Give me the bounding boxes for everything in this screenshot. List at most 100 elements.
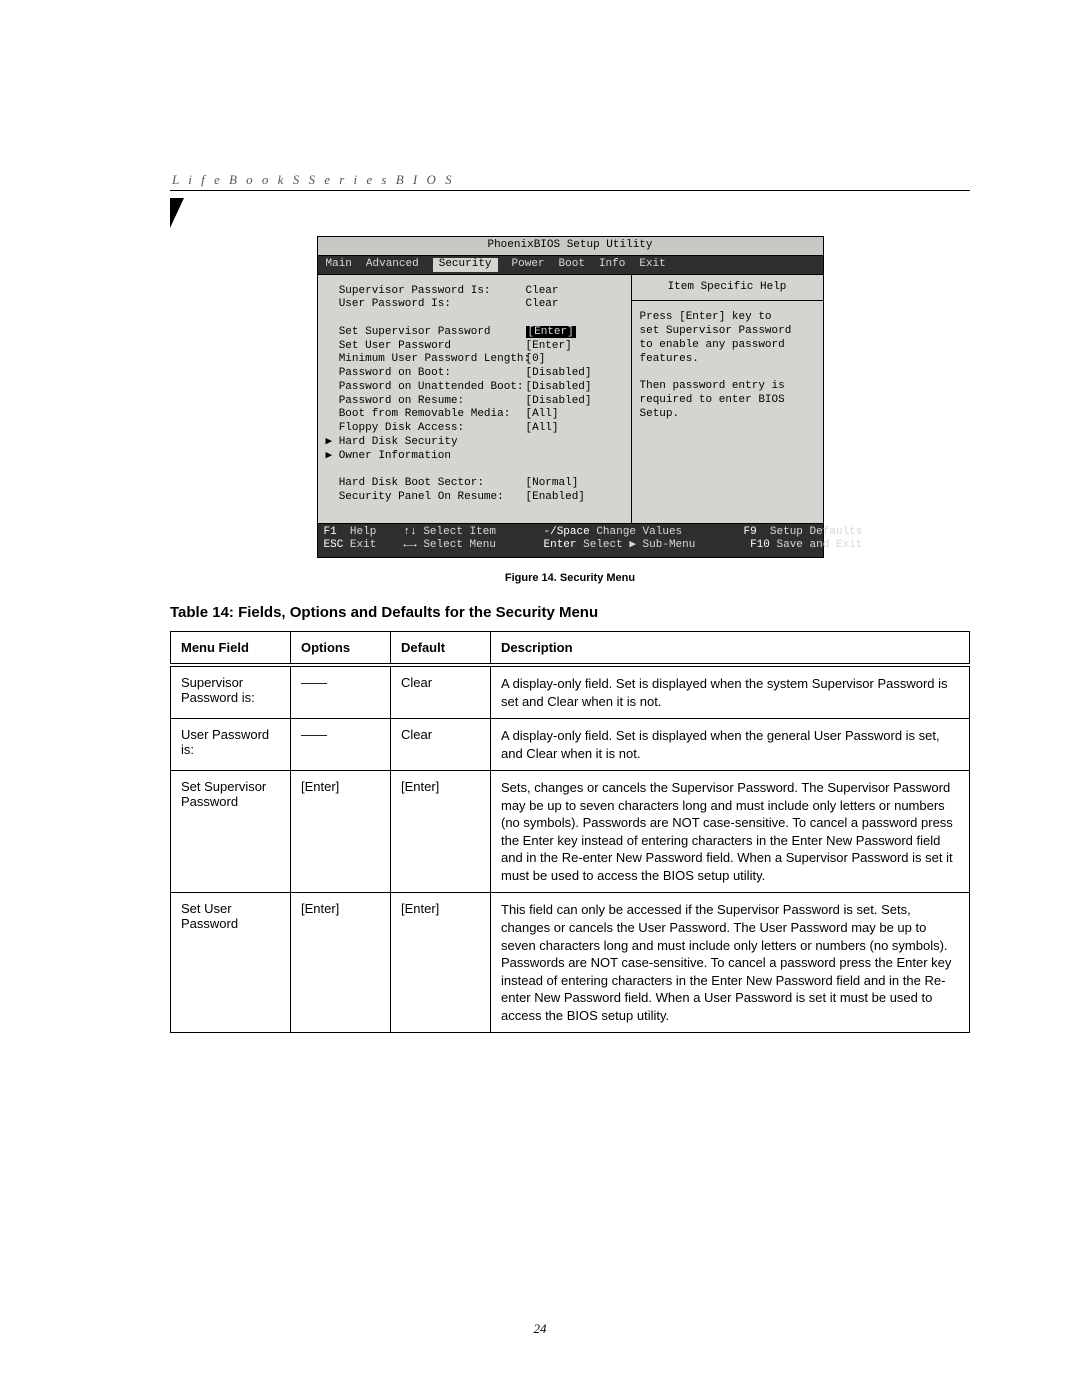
table-cell-field: Set User Password xyxy=(171,893,291,1033)
bios-setting-value: [All] xyxy=(526,422,559,436)
bios-settings-panel: Supervisor Password Is:Clear User Passwo… xyxy=(318,275,632,523)
bios-setting-row: Password on Resume:[Disabled] xyxy=(326,395,623,409)
bios-footer: F1 Help ↑↓ Select Item -/Space Change Va… xyxy=(318,524,823,558)
table-cell-desc: A display-only field. Set is displayed w… xyxy=(491,665,970,719)
bios-help-line: Setup. xyxy=(640,408,815,422)
bios-setting-row: ▶ Owner Information xyxy=(326,450,623,464)
bios-tab-power: Power xyxy=(512,258,545,272)
running-header: L i f e B o o k S S e r i e s B I O S xyxy=(172,172,455,188)
table-cell-default: [Enter] xyxy=(391,893,491,1033)
table-header: Description xyxy=(491,632,970,666)
bios-help-line: features. xyxy=(640,353,815,367)
bios-setting-label: Password on Boot: xyxy=(326,367,526,381)
bios-tab-exit: Exit xyxy=(639,258,665,272)
bios-help-line: set Supervisor Password xyxy=(640,325,815,339)
table-row: Set User Password[Enter][Enter]This fiel… xyxy=(171,893,970,1033)
key-esc: ESC xyxy=(324,539,344,551)
table-cell-field: Set Supervisor Password xyxy=(171,771,291,893)
bios-setting-label: Boot from Removable Media: xyxy=(326,408,526,422)
arrows-horiz-icon: ←→ xyxy=(404,539,417,551)
bios-tab-main: Main xyxy=(326,258,352,272)
table-header: Options xyxy=(291,632,391,666)
bios-setting-row: Password on Boot:[Disabled] xyxy=(326,367,623,381)
table-cell-default: Clear xyxy=(391,665,491,719)
bios-setting-row: User Password Is:Clear xyxy=(326,298,623,312)
table-cell-default: Clear xyxy=(391,719,491,771)
bios-tab-advanced: Advanced xyxy=(366,258,419,272)
bios-tab-security: Security xyxy=(433,258,498,272)
header-rule xyxy=(170,190,970,191)
table-row: Set Supervisor Password[Enter][Enter]Set… xyxy=(171,771,970,893)
security-menu-table: Menu FieldOptionsDefaultDescription Supe… xyxy=(170,631,970,1033)
bios-setting-row: Set User Password[Enter] xyxy=(326,340,623,354)
bios-setting-row: ▶ Hard Disk Security xyxy=(326,436,623,450)
key-enter-label: Select ▶ Sub-Menu xyxy=(583,539,695,551)
bios-setting-label: Floppy Disk Access: xyxy=(326,422,526,436)
table-row: User Password is:——ClearA display-only f… xyxy=(171,719,970,771)
bios-setting-value: [Enter] xyxy=(526,340,572,354)
bios-setting-label: Security Panel On Resume: xyxy=(326,491,526,505)
bios-setting-label: Minimum User Password Length: xyxy=(326,353,526,367)
bios-setting-row: Floppy Disk Access:[All] xyxy=(326,422,623,436)
bios-title: PhoenixBIOS Setup Utility xyxy=(318,237,823,256)
table-cell-options: —— xyxy=(291,719,391,771)
table-row: Supervisor Password is:——ClearA display-… xyxy=(171,665,970,719)
bios-setting-label: Set User Password xyxy=(326,340,526,354)
figure-caption: Figure 14. Security Menu xyxy=(170,572,970,584)
bios-help-panel: Item Specific Help Press [Enter] key tos… xyxy=(632,275,823,523)
page-number: 24 xyxy=(0,1321,1080,1337)
bios-tab-info: Info xyxy=(599,258,625,272)
bios-setting-value: [Normal] xyxy=(526,477,579,491)
key-f1-label: Help xyxy=(350,526,376,538)
bios-setting-value: [Disabled] xyxy=(526,381,592,395)
select-menu-label: Select Menu xyxy=(423,539,496,551)
bios-setting-row: Minimum User Password Length:[0] xyxy=(326,353,623,367)
table-cell-options: [Enter] xyxy=(291,771,391,893)
key-f10: F10 xyxy=(750,539,770,551)
table-header: Menu Field xyxy=(171,632,291,666)
key-esc-label: Exit xyxy=(350,539,376,551)
select-item-label: Select Item xyxy=(423,526,496,538)
header-wedge-icon xyxy=(170,198,184,228)
key-f1: F1 xyxy=(324,526,337,538)
bios-setting-label: Password on Resume: xyxy=(326,395,526,409)
change-values-label: Change Values xyxy=(596,526,682,538)
key-f9-label: Setup Defaults xyxy=(770,526,862,538)
bios-screenshot: PhoenixBIOS Setup Utility Main Advanced Se… xyxy=(317,236,824,558)
bios-setting-label xyxy=(326,312,526,326)
bios-setting-row: Password on Unattended Boot:[Disabled] xyxy=(326,381,623,395)
table-cell-field: User Password is: xyxy=(171,719,291,771)
bios-help-line: Press [Enter] key to xyxy=(640,311,815,325)
table-caption: Table 14: Fields, Options and Defaults f… xyxy=(170,604,970,621)
bios-setting-value: [0] xyxy=(526,353,546,367)
bios-setting-value: Clear xyxy=(526,285,559,299)
bios-help-line xyxy=(640,366,815,380)
bios-menubar: MainAdvancedSecurityPowerBootInfoExit xyxy=(318,256,823,275)
bios-setting-value: Clear xyxy=(526,298,559,312)
bios-setting-label: Supervisor Password Is: xyxy=(326,285,526,299)
bios-help-text: Press [Enter] key toset Supervisor Passw… xyxy=(640,311,815,421)
bios-setting-row xyxy=(326,463,623,477)
bios-setting-row: Hard Disk Boot Sector:[Normal] xyxy=(326,477,623,491)
bios-setting-label: ▶ Owner Information xyxy=(326,450,526,464)
key-space: -/Space xyxy=(544,526,590,538)
bios-setting-row: Boot from Removable Media:[All] xyxy=(326,408,623,422)
bios-setting-value: [Enabled] xyxy=(526,491,585,505)
bios-setting-value: [Disabled] xyxy=(526,367,592,381)
bios-setting-value: [All] xyxy=(526,408,559,422)
table-cell-desc: Sets, changes or cancels the Supervisor … xyxy=(491,771,970,893)
key-f10-label: Save and Exit xyxy=(777,539,863,551)
bios-setting-label: Password on Unattended Boot: xyxy=(326,381,526,395)
bios-setting-row: Security Panel On Resume:[Enabled] xyxy=(326,491,623,505)
bios-setting-row: Set Supervisor Password[Enter] xyxy=(326,326,623,340)
key-f9: F9 xyxy=(744,526,757,538)
bios-setting-row: Supervisor Password Is:Clear xyxy=(326,285,623,299)
bios-setting-label: User Password Is: xyxy=(326,298,526,312)
bios-setting-value: [Disabled] xyxy=(526,395,592,409)
bios-help-line: required to enter BIOS xyxy=(640,394,815,408)
arrows-vert-icon: ↑↓ xyxy=(404,526,417,538)
bios-help-line: to enable any password xyxy=(640,339,815,353)
table-cell-field: Supervisor Password is: xyxy=(171,665,291,719)
bios-setting-label: ▶ Hard Disk Security xyxy=(326,436,526,450)
key-enter: Enter xyxy=(544,539,577,551)
